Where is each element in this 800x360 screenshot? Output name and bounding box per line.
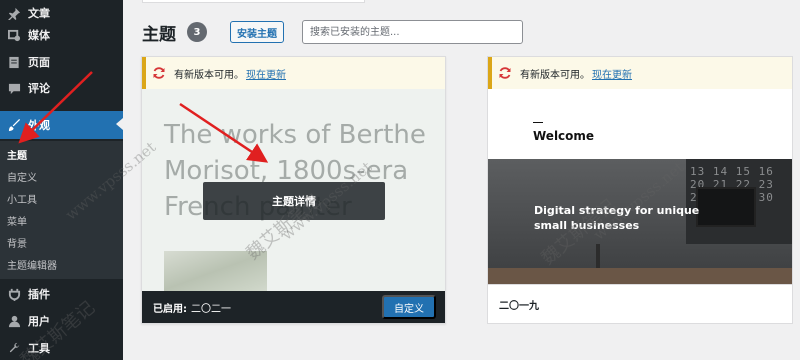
submenu-item-widgets[interactable]: 小工具 [7, 191, 37, 206]
submenu-item-theme-editor[interactable]: 主题编辑器 [7, 257, 57, 272]
theme-name-bar: 已启用: 二〇二一 自定义 [142, 291, 445, 323]
sidebar-item-label: 插件 [28, 288, 50, 301]
notice-text: 有新版本可用。 [174, 69, 244, 81]
sidebar-item-label: 外观 [28, 119, 50, 132]
sidebar-item-label: 工具 [28, 342, 50, 355]
top-notice-edge [142, 0, 365, 3]
theme-count-badge: 3 [187, 22, 207, 42]
submenu-item-background[interactable]: 背景 [7, 235, 27, 250]
screenshot-tagline: Digital strategy for unique small busine… [534, 204, 700, 232]
update-notice: 有新版本可用。 现在更新 [142, 57, 445, 89]
theme-card-twentynineteen[interactable]: 有新版本可用。 现在更新 Welcome 13 14 15 16 20 21 2… [487, 56, 793, 324]
sidebar-item-label: 文章 [28, 7, 50, 20]
theme-screenshot[interactable]: Welcome 13 14 15 16 20 21 22 23 27 28 29… [488, 89, 792, 286]
screenshot-hero: 13 14 15 16 20 21 22 23 27 28 29 30 Digi… [488, 159, 792, 286]
sidebar-item-comments[interactable]: 评论 [0, 75, 123, 101]
update-now-link[interactable]: 现在更新 [246, 66, 286, 81]
customize-button[interactable]: 自定义 [382, 295, 436, 319]
update-icon [152, 66, 166, 80]
sidebar-item-label: 用户 [28, 315, 50, 328]
user-icon [6, 313, 22, 329]
admin-sidebar: 文章 媒体 页面 评论 外观 主题 自定义 小工具 菜单 背景 主题编辑器 插件… [0, 0, 123, 360]
theme-name: 二〇二一 [191, 303, 231, 315]
sidebar-item-tools[interactable]: 工具 [0, 335, 123, 360]
screenshot-photo [164, 251, 267, 293]
wrench-icon [6, 340, 22, 356]
sidebar-item-label: 评论 [28, 82, 50, 95]
appearance-submenu: 主题 自定义 小工具 菜单 背景 主题编辑器 [0, 141, 123, 279]
plugin-icon [6, 286, 22, 302]
sidebar-item-plugins[interactable]: 插件 [0, 281, 123, 307]
theme-name: 二〇一九 [499, 300, 539, 312]
theme-screenshot[interactable]: The works of Berthe Morisot, 1800s-era F… [142, 89, 445, 293]
theme-card-twentytwentyone[interactable]: 有新版本可用。 现在更新 The works of Berthe Morisot… [141, 56, 446, 324]
sidebar-item-media[interactable]: 媒体 [0, 22, 123, 48]
sidebar-item-appearance[interactable]: 外观 [0, 111, 123, 139]
submenu-item-menus[interactable]: 菜单 [7, 213, 27, 228]
screenshot-welcome: Welcome [533, 129, 595, 143]
update-icon [498, 66, 512, 80]
media-icon [6, 27, 22, 43]
theme-name-bar: 二〇一九 [488, 284, 792, 323]
brush-icon [6, 117, 22, 133]
page-title: 主题 [142, 25, 176, 45]
screenshot-dash [533, 122, 543, 123]
submenu-item-themes[interactable]: 主题 [7, 147, 27, 162]
sidebar-item-label: 媒体 [28, 29, 50, 42]
install-theme-button[interactable]: 安装主题 [230, 21, 284, 43]
screenshot-vase [596, 244, 600, 268]
notice-text: 有新版本可用。 [520, 69, 590, 81]
sidebar-item-pages[interactable]: 页面 [0, 49, 123, 75]
sidebar-item-label: 页面 [28, 56, 50, 69]
update-now-link[interactable]: 现在更新 [592, 66, 632, 81]
submenu-item-customize[interactable]: 自定义 [7, 169, 37, 184]
update-notice: 有新版本可用。 现在更新 [488, 57, 792, 89]
comment-icon [6, 80, 22, 96]
page-icon [6, 54, 22, 70]
sidebar-item-users[interactable]: 用户 [0, 308, 123, 334]
pin-icon [6, 5, 22, 21]
theme-search-input[interactable] [302, 20, 523, 44]
theme-details-button[interactable]: 主题详情 [203, 182, 385, 220]
active-label: 已启用: [153, 303, 187, 315]
